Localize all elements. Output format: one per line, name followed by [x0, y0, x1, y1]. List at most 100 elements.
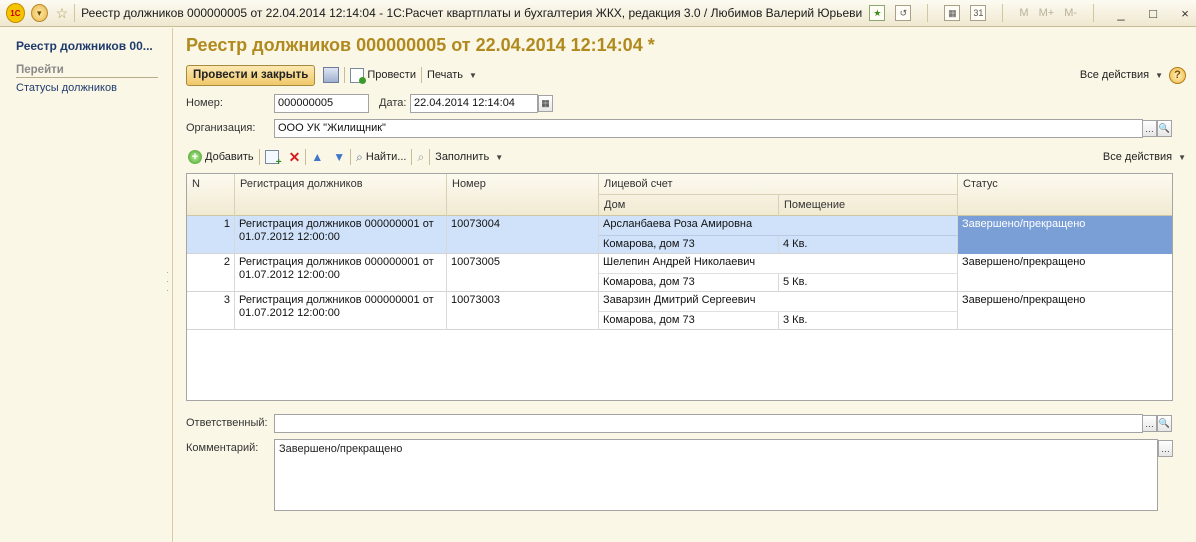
add-favorite-icon[interactable]: ★: [869, 5, 886, 21]
date-field[interactable]: 22.04.2014 12:14:04: [410, 94, 538, 113]
cancel-search-button[interactable]: ⌕: [417, 150, 424, 165]
form-title: Реестр должников 000000005 от 22.04.2014…: [186, 35, 655, 55]
arrow-up-icon: ▲: [311, 150, 324, 164]
cell-status: Завершено/прекращено: [958, 216, 1172, 254]
copy-icon: [264, 150, 282, 168]
header-premises[interactable]: Помещение: [779, 195, 958, 216]
table-header: N Регистрация должников Номер Лицевой сч…: [187, 174, 1172, 216]
cell-registration: Регистрация должников 000000001 от 01.07…: [235, 216, 447, 254]
cell-account: Арсланбаева Роза Амировна: [599, 216, 958, 235]
comment-label: Комментарий:: [186, 442, 259, 454]
header-status[interactable]: Статус: [958, 174, 1172, 216]
cell-status: Завершено/прекращено: [962, 256, 1086, 268]
comment-field[interactable]: Завершено/прекращено: [274, 439, 1158, 511]
nav-link-debtor-statuses[interactable]: Статусы должников: [16, 82, 117, 94]
table-row[interactable]: 2 Регистрация должников 000000001 от 01.…: [187, 254, 1172, 292]
post-button[interactable]: Провести: [350, 67, 416, 84]
open-responsible-search-icon[interactable]: 🔍: [1157, 415, 1172, 432]
cell-house: Комарова, дом 73: [599, 273, 779, 292]
debtors-table: N Регистрация должников Номер Лицевой сч…: [186, 173, 1173, 401]
panel-resize-grip[interactable]: · · ·: [166, 268, 169, 295]
main-menu-icon[interactable]: ▾: [30, 4, 48, 22]
cell-number: 10073003: [447, 292, 599, 330]
maximize-button[interactable]: □: [1142, 6, 1164, 21]
close-button[interactable]: ×: [1174, 6, 1196, 21]
history-icon[interactable]: ↺: [895, 5, 912, 21]
arrow-down-icon: ▼: [333, 150, 346, 164]
move-up-button[interactable]: ▲: [311, 150, 323, 164]
add-icon: +: [188, 150, 202, 164]
cell-account: Заварзин Дмитрий Сергеевич: [599, 292, 958, 311]
header-registration[interactable]: Регистрация должников: [235, 174, 447, 216]
print-menu-button[interactable]: Печать ▼: [427, 69, 477, 81]
delete-icon: ✕: [288, 148, 301, 165]
header-number[interactable]: Номер: [447, 174, 599, 216]
organization-field[interactable]: ООО УК "Жилищник": [274, 119, 1143, 138]
chevron-down-icon: ▼: [495, 152, 504, 162]
header-house[interactable]: Дом: [599, 195, 779, 216]
navigation-panel: Реестр должников 00... Перейти Статусы д…: [0, 28, 173, 542]
table-all-actions-button[interactable]: Все действия ▼: [1103, 151, 1186, 163]
cell-premises: 4 Кв.: [779, 235, 958, 254]
document-form: Реестр должников 000000005 от 22.04.2014…: [174, 28, 1196, 542]
search-icon: ⌕: [356, 149, 363, 164]
cell-premises: 5 Кв.: [779, 273, 958, 292]
nav-panel-title: Реестр должников 00...: [16, 39, 153, 53]
responsible-field[interactable]: [274, 414, 1143, 433]
fill-menu-button[interactable]: Заполнить ▼: [435, 151, 503, 163]
find-button[interactable]: ⌕ Найти...: [356, 150, 406, 165]
window-titlebar: 1С ▾ ☆ Реестр должников 000000005 от 22.…: [0, 0, 1196, 27]
open-organization-search-icon[interactable]: 🔍: [1157, 120, 1172, 137]
all-actions-menu-button[interactable]: Все действия ▼: [1080, 69, 1163, 81]
cancel-search-icon: ⌕: [417, 149, 425, 164]
chevron-down-icon: ▼: [469, 70, 477, 80]
cell-house: Комарова, дом 73: [599, 235, 779, 254]
cell-house: Комарова, дом 73: [599, 311, 779, 330]
favorite-star-icon[interactable]: ☆: [56, 5, 69, 22]
organization-label: Организация:: [186, 122, 256, 134]
post-and-close-button[interactable]: Провести и закрыть: [186, 64, 316, 86]
cell-account: Шелепин Андрей Николаевич: [599, 254, 958, 273]
cell-registration: Регистрация должников 000000001 от 01.07…: [235, 254, 447, 292]
cell-number: 10073005: [447, 254, 599, 292]
select-responsible-button[interactable]: …: [1142, 415, 1157, 432]
move-down-button[interactable]: ▼: [333, 150, 345, 164]
table-row[interactable]: 1 Регистрация должников 000000001 от 01.…: [187, 216, 1172, 254]
header-n[interactable]: N: [187, 174, 235, 216]
form-command-bar: Провести и закрыть Провести Печать ▼ Все …: [186, 64, 1186, 86]
edit-comment-button[interactable]: …: [1158, 440, 1173, 457]
save-icon[interactable]: [323, 67, 340, 83]
chevron-down-icon: ▼: [1155, 70, 1163, 80]
add-row-button[interactable]: + Добавить: [188, 150, 254, 164]
date-label: Дата:: [379, 97, 407, 109]
post-document-icon: [350, 67, 367, 84]
cell-number: 10073004: [447, 216, 599, 254]
app-logo-icon[interactable]: 1С: [6, 3, 25, 23]
memory-plus-button[interactable]: M+: [1039, 7, 1055, 19]
cell-registration: Регистрация должников 000000001 от 01.07…: [235, 292, 447, 330]
memory-minus-button[interactable]: M-: [1064, 7, 1077, 19]
number-field[interactable]: 000000005: [274, 94, 369, 113]
responsible-label: Ответственный:: [186, 417, 268, 429]
chevron-down-icon: ▼: [1178, 152, 1186, 162]
memory-button[interactable]: M: [1019, 7, 1028, 19]
window-title: Реестр должников 000000005 от 22.04.2014…: [81, 6, 864, 20]
calendar-picker-icon[interactable]: ▦: [538, 95, 553, 112]
number-label: Номер:: [186, 97, 223, 109]
calendar-icon[interactable]: 31: [970, 5, 987, 21]
minimize-button[interactable]: _: [1110, 6, 1132, 21]
table-toolbar: + Добавить ✕ ▲ ▼ ⌕ Найти... ⌕ Заполнить▼…: [188, 146, 1188, 168]
calculator-icon[interactable]: ▦: [944, 5, 961, 21]
cell-n: 1: [187, 216, 235, 254]
cell-premises: 3 Кв.: [779, 311, 958, 330]
cell-status: Завершено/прекращено: [962, 294, 1086, 306]
copy-row-button[interactable]: [264, 150, 282, 168]
nav-goto-header: Перейти: [16, 64, 158, 78]
delete-row-button[interactable]: ✕: [289, 149, 301, 166]
help-icon[interactable]: ?: [1169, 66, 1186, 84]
cell-n: 2: [187, 254, 235, 292]
header-account[interactable]: Лицевой счет: [599, 174, 958, 195]
select-organization-button[interactable]: …: [1142, 120, 1157, 137]
table-row[interactable]: 3 Регистрация должников 000000001 от 01.…: [187, 292, 1172, 330]
cell-n: 3: [187, 292, 235, 330]
